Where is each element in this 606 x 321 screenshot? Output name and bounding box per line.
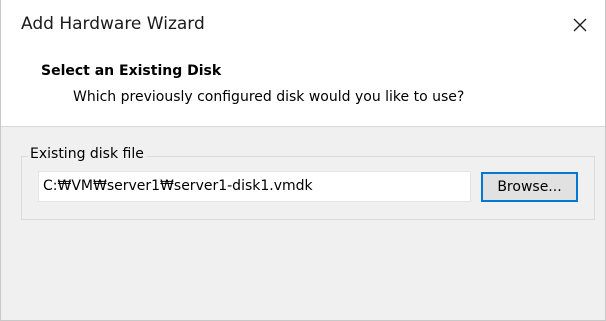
title-bar: Add Hardware Wizard	[1, 0, 605, 50]
close-button[interactable]	[555, 0, 605, 50]
disk-path-input[interactable]: C:₩VM₩server1₩server1-disk1.vmdk	[38, 171, 471, 202]
window-title: Add Hardware Wizard	[21, 14, 205, 34]
browse-button[interactable]: Browse...	[481, 172, 578, 202]
existing-disk-file-label: Existing disk file	[28, 146, 147, 162]
add-hardware-wizard-dialog: Add Hardware Wizard Select an Existing D…	[0, 0, 606, 321]
page-subtitle: Which previously configured disk would y…	[73, 89, 465, 105]
page-title: Select an Existing Disk	[41, 63, 222, 79]
wizard-header: Select an Existing Disk Which previously…	[1, 50, 605, 127]
close-icon	[572, 17, 588, 33]
